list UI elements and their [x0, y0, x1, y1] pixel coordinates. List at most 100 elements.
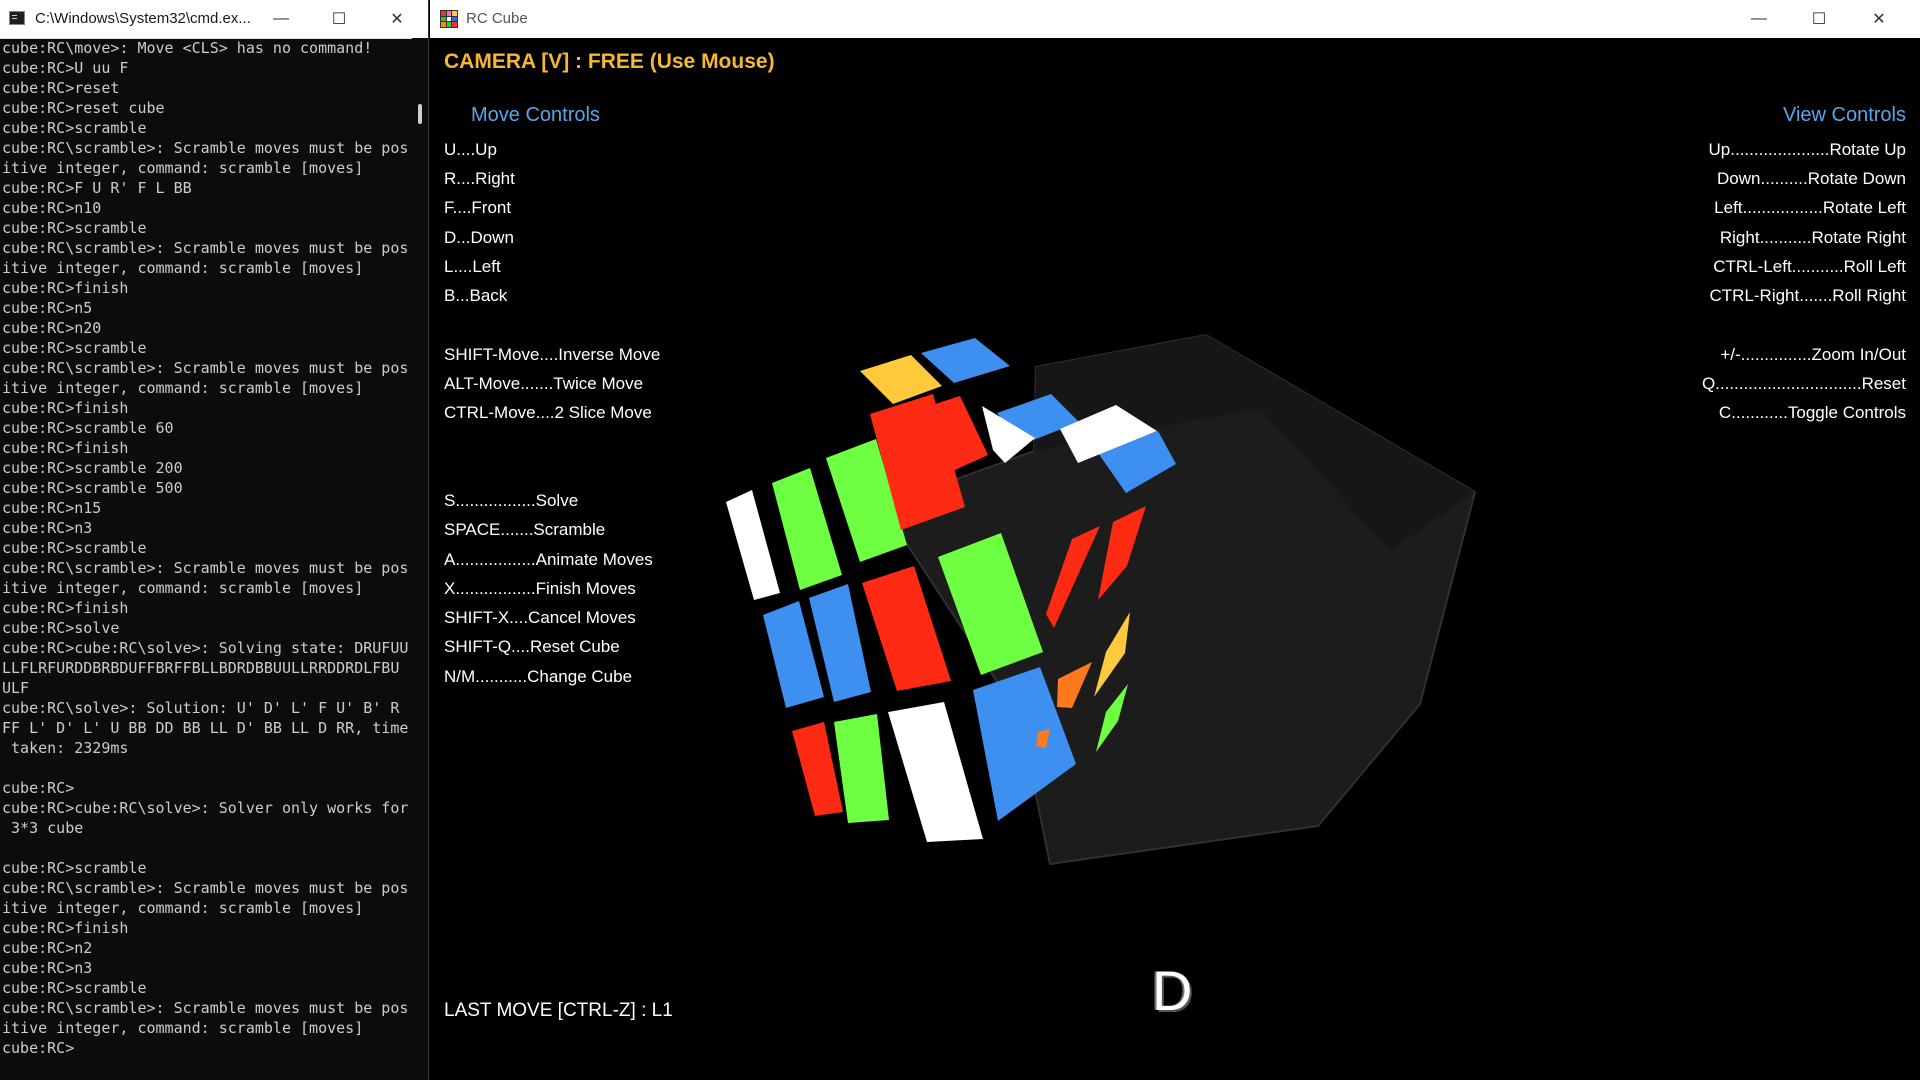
console-line: itive integer, command: scramble [moves] [2, 579, 364, 597]
console-line: cube:RC>solve [2, 619, 120, 637]
console-line: cube:RC>finish [2, 399, 129, 417]
modifier-control-item: SHIFT-Move....Inverse Move [444, 345, 661, 364]
console-line: cube:RC>cube:RC\solve>: Solving state: D… [2, 639, 409, 657]
move-control-item: R....Right [444, 169, 515, 188]
console-line: cube:RC>scramble 60 [2, 419, 174, 437]
console-line: cube:RC> [2, 1039, 75, 1057]
view-extra-item: +/-...............Zoom In/Out [1720, 345, 1906, 364]
console-line: cube:RC>finish [2, 919, 129, 937]
console-line: cube:RC\scramble>: Scramble moves must b… [2, 139, 409, 157]
console-line: cube:RC>n20 [2, 319, 102, 337]
move-control-item: L....Left [444, 257, 501, 276]
console-app-icon [9, 11, 25, 25]
last-move-label: LAST MOVE [CTRL-Z] : L1 [444, 1000, 673, 1021]
cube-viewport[interactable]: CAMERA [V] : FREE (Use Mouse) Move Contr… [430, 38, 1920, 1080]
console-line: itive integer, command: scramble [moves] [2, 159, 364, 177]
console-line: cube:RC>scramble [2, 119, 147, 137]
console-line: cube:RC>n2 [2, 939, 93, 957]
console-scrollbar[interactable] [412, 38, 428, 1080]
close-button[interactable]: ✕ [1856, 0, 1902, 38]
console-line: cube:RC>n5 [2, 299, 93, 317]
console-line: cube:RC\scramble>: Scramble moves must b… [2, 999, 409, 1017]
rc-title: RC Cube [466, 10, 528, 27]
console-line: cube:RC>reset [2, 79, 120, 97]
white-sticker [888, 702, 983, 842]
maximize-button[interactable]: ☐ [316, 0, 362, 38]
move-controls-title: Move Controls [471, 104, 600, 126]
console-line: 3*3 cube [2, 819, 84, 837]
console-line: cube:RC>finish [2, 279, 129, 297]
console-line: LLFLRFURDDBRBDUFFBRFFBLLBDRDBBUULLRRDDRD… [2, 659, 400, 677]
view-control-item: CTRL-Left...........Roll Left [1713, 257, 1906, 276]
modifier-control-item: ALT-Move.......Twice Move [444, 374, 644, 393]
move-control-item: D...Down [444, 228, 514, 247]
console-line: itive integer, command: scramble [moves] [2, 1019, 364, 1037]
rc-titlebar[interactable]: RC Cube — ☐ ✕ [430, 0, 1920, 38]
console-output[interactable]: cube:RC\move>: Move <CLS> has no command… [0, 38, 414, 1080]
scrollbar-thumb[interactable] [418, 104, 422, 124]
green-sticker [772, 468, 842, 590]
console-line: cube:RC>scramble [2, 219, 147, 237]
action-control-item: A.................Animate Moves [444, 550, 653, 569]
view-extra-item: C............Toggle Controls [1718, 403, 1906, 422]
console-line: cube:RC>scramble 500 [2, 479, 183, 497]
red-sticker [792, 722, 843, 816]
console-line: cube:RC>n15 [2, 499, 102, 517]
move-control-item: F....Front [444, 198, 512, 217]
move-control-item: B...Back [444, 286, 508, 305]
blue-sticker [921, 338, 1010, 383]
move-control-item: U....Up [444, 140, 497, 159]
maximize-button[interactable]: ☐ [1796, 0, 1842, 38]
green-sticker [834, 714, 889, 823]
console-line: cube:RC>finish [2, 439, 129, 457]
console-line: cube:RC\solve>: Solution: U' D' L' F U' … [2, 699, 400, 717]
view-control-item: Down..........Rotate Down [1717, 169, 1906, 188]
console-line: cube:RC>scramble [2, 859, 147, 877]
console-line: FF L' D' L' U BB DD BB LL D' BB LL D RR,… [2, 719, 409, 737]
action-control-item: SHIFT-Q....Reset Cube [444, 637, 620, 656]
action-control-item: SHIFT-X....Cancel Moves [444, 608, 636, 627]
rubiks-cube-3d[interactable] [430, 38, 1920, 1080]
action-control-item: SPACE.......Scramble [444, 520, 606, 539]
console-line: itive integer, command: scramble [moves] [2, 899, 364, 917]
console-line: cube:RC\scramble>: Scramble moves must b… [2, 239, 409, 257]
action-control-item: X.................Finish Moves [444, 579, 636, 598]
console-line: cube:RC>scramble [2, 539, 147, 557]
action-control-item: N/M...........Change Cube [444, 667, 633, 686]
minimize-button[interactable]: — [258, 0, 304, 38]
current-move-indicator: D [1152, 959, 1193, 1022]
console-line: ULF [2, 679, 30, 697]
action-control-item: S.................Solve [444, 491, 579, 510]
console-line: cube:RC> [2, 779, 75, 797]
modifier-control-item: CTRL-Move....2 Slice Move [444, 403, 652, 422]
white-sticker [726, 490, 780, 600]
console-title: C:\Windows\System32\cmd.ex... [35, 10, 251, 27]
console-line: cube:RC>U uu F [2, 59, 129, 77]
close-button[interactable]: ✕ [374, 0, 420, 38]
console-line: cube:RC>scramble [2, 339, 147, 357]
view-controls-title: View Controls [1782, 104, 1906, 126]
console-line: cube:RC>scramble [2, 979, 147, 997]
console-line: itive integer, command: scramble [moves] [2, 259, 364, 277]
minimize-button[interactable]: — [1736, 0, 1782, 38]
rc-cube-window[interactable]: RC Cube — ☐ ✕ CAMERA [V] : FREE (Use Mou… [430, 0, 1920, 1080]
console-line: cube:RC\scramble>: Scramble moves must b… [2, 559, 409, 577]
console-window[interactable]: C:\Windows\System32\cmd.ex... — ☐ ✕ cube… [0, 0, 429, 1080]
console-line: cube:RC>F U R' F L BB [2, 179, 192, 197]
console-line: itive integer, command: scramble [moves] [2, 379, 364, 397]
console-line: cube:RC>scramble 200 [2, 459, 183, 477]
console-line: cube:RC\scramble>: Scramble moves must b… [2, 359, 409, 377]
console-line: cube:RC>finish [2, 599, 129, 617]
console-line: cube:RC>reset cube [2, 99, 165, 117]
console-line: cube:RC>cube:RC\solve>: Solver only work… [2, 799, 409, 817]
console-line: cube:RC\move>: Move <CLS> has no command… [2, 39, 373, 57]
view-control-item: Left.................Rotate Left [1714, 198, 1906, 217]
console-titlebar[interactable]: C:\Windows\System32\cmd.ex... — ☐ ✕ [0, 0, 428, 39]
camera-mode: CAMERA [V] : FREE (Use Mouse) [444, 50, 775, 73]
view-control-item: CTRL-Right.......Roll Right [1709, 286, 1907, 305]
console-line: cube:RC>n3 [2, 519, 93, 537]
view-control-item: Right...........Rotate Right [1719, 228, 1906, 247]
view-control-item: Up.....................Rotate Up [1708, 140, 1906, 159]
